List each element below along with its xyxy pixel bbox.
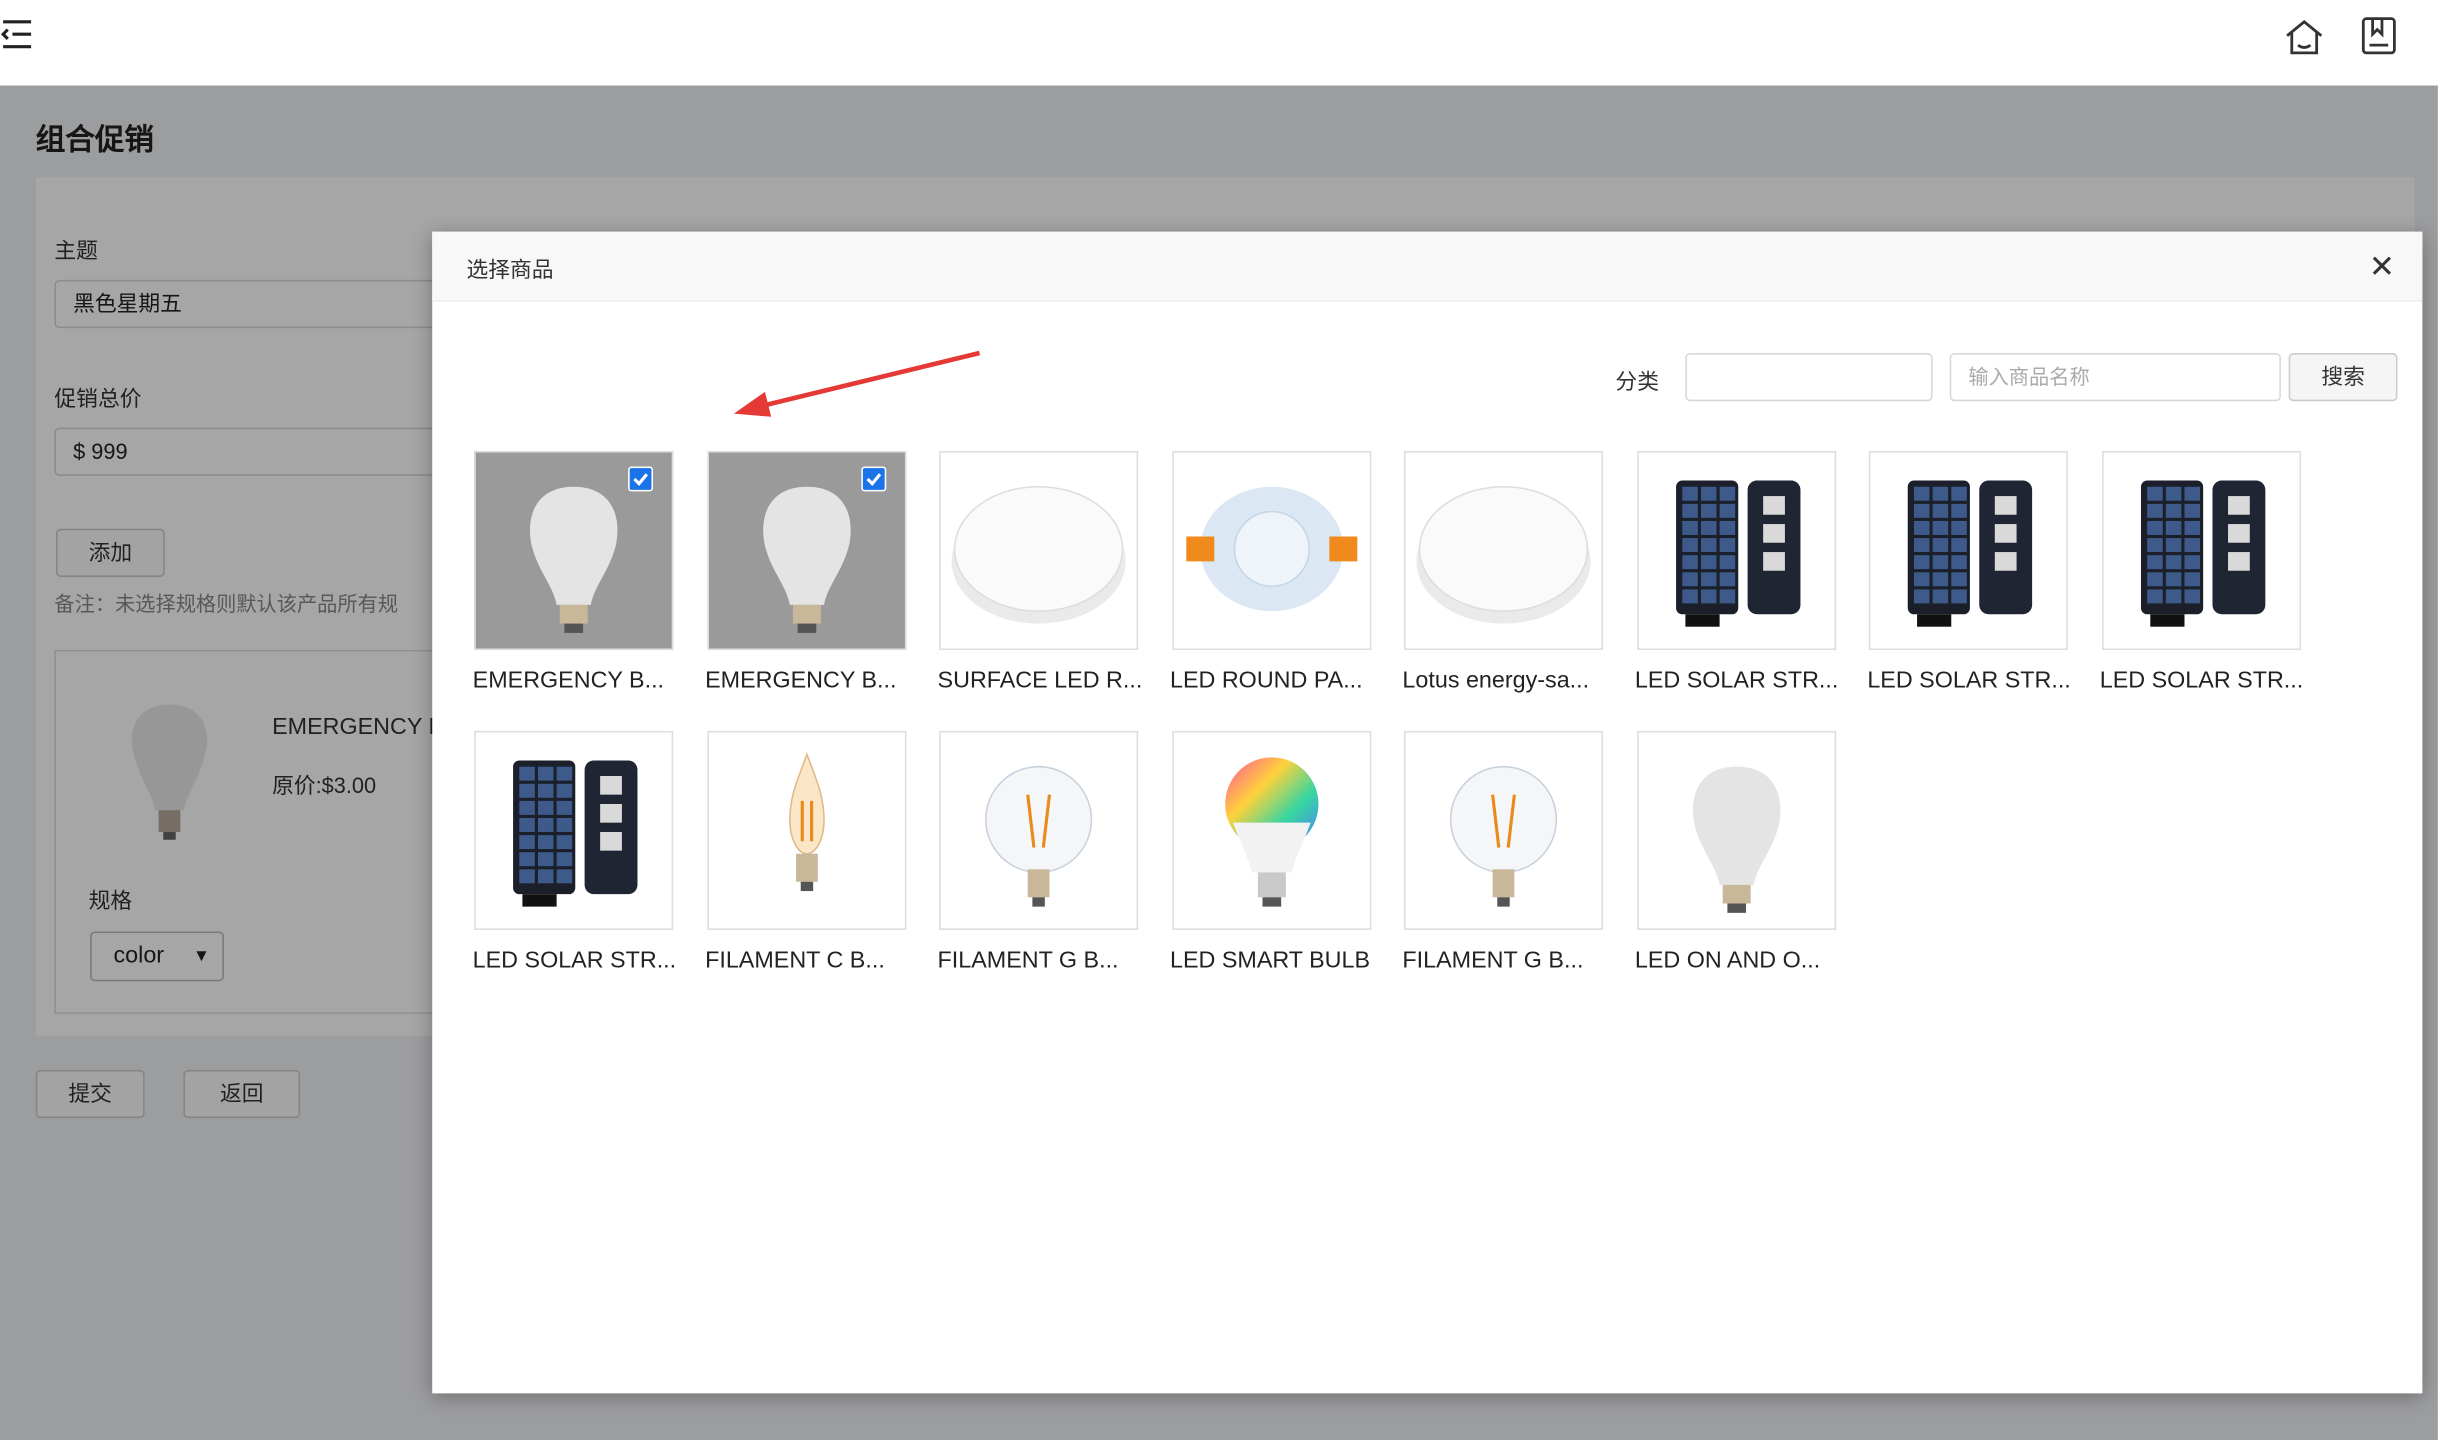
product-caption: LED SOLAR STR... xyxy=(2099,667,2304,694)
product-card[interactable]: LED SOLAR STR... xyxy=(1635,450,1838,708)
product-caption: LED SMART BULB xyxy=(1169,947,1371,974)
product-thumbnail[interactable] xyxy=(1171,450,1371,651)
product-card[interactable]: LED SOLAR STR... xyxy=(1867,450,2071,708)
product-caption: LED SOLAR STR... xyxy=(472,947,677,974)
product-thumbnail[interactable] xyxy=(1403,450,1603,651)
product-caption: SURFACE LED R... xyxy=(937,667,1143,694)
category-label: 分类 xyxy=(1615,368,1659,394)
product-thumbnail[interactable] xyxy=(1171,730,1371,930)
dialog-title: 选择商品 xyxy=(466,256,554,282)
product-thumbnail[interactable] xyxy=(2101,450,2301,651)
product-caption: EMERGENCY B... xyxy=(705,667,897,694)
product-card[interactable]: LED SOLAR STR... xyxy=(2100,450,2303,708)
product-caption: LED SOLAR STR... xyxy=(1867,667,2071,694)
product-thumbnail[interactable] xyxy=(1403,730,1603,930)
annotation-arrow-icon xyxy=(733,350,981,417)
close-icon[interactable]: ✕ xyxy=(2366,252,2397,283)
product-thumbnail[interactable] xyxy=(939,730,1139,930)
product-thumbnail[interactable] xyxy=(1636,730,1836,930)
product-caption: LED ON AND O... xyxy=(1634,947,1821,974)
category-input[interactable] xyxy=(1685,353,1933,402)
product-thumbnail[interactable] xyxy=(1636,450,1836,651)
checkbox-checked-icon[interactable] xyxy=(860,466,886,492)
product-card[interactable]: EMERGENCY B... xyxy=(705,450,907,708)
product-caption: LED ROUND PA... xyxy=(1169,667,1363,694)
product-thumbnail[interactable] xyxy=(474,450,674,651)
product-thumbnail[interactable] xyxy=(939,450,1139,651)
product-card[interactable]: LED ROUND PA... xyxy=(1170,450,1372,708)
product-card[interactable]: FILAMENT G B... xyxy=(938,730,1140,988)
product-thumbnail[interactable] xyxy=(474,730,674,930)
product-card[interactable]: LED ON AND O... xyxy=(1635,730,1837,988)
product-card[interactable]: EMERGENCY B... xyxy=(473,450,675,708)
product-card[interactable]: Lotus energy-sa... xyxy=(1402,450,1604,708)
product-card[interactable]: LED SOLAR STR... xyxy=(473,730,676,988)
product-card[interactable]: SURFACE LED R... xyxy=(938,450,1142,708)
product-caption: FILAMENT C B... xyxy=(705,947,885,974)
product-thumbnail[interactable] xyxy=(706,730,906,930)
product-card[interactable]: FILAMENT G B... xyxy=(1402,730,1604,988)
product-caption: LED SOLAR STR... xyxy=(1634,667,1839,694)
product-caption: FILAMENT G B... xyxy=(937,947,1119,974)
bookmark-icon[interactable] xyxy=(2357,14,2401,58)
dialog-header: 选择商品 ✕ xyxy=(432,231,2423,302)
product-caption: FILAMENT G B... xyxy=(1402,947,1584,974)
product-card[interactable]: LED SMART BULB xyxy=(1170,730,1372,988)
product-caption: EMERGENCY B... xyxy=(472,667,665,694)
top-bar xyxy=(0,0,2438,86)
product-thumbnail[interactable] xyxy=(706,450,906,651)
search-button[interactable]: 搜索 xyxy=(2288,353,2398,402)
product-thumbnail[interactable] xyxy=(1868,450,2068,651)
product-card[interactable]: FILAMENT C B... xyxy=(705,730,907,988)
home-icon[interactable] xyxy=(2282,16,2326,60)
product-caption: Lotus energy-sa... xyxy=(1402,667,1590,694)
checkbox-checked-icon[interactable] xyxy=(628,466,654,492)
product-name-search-input[interactable]: 输入商品名称 xyxy=(1949,353,2281,402)
menu-toggle-icon[interactable] xyxy=(0,16,37,53)
